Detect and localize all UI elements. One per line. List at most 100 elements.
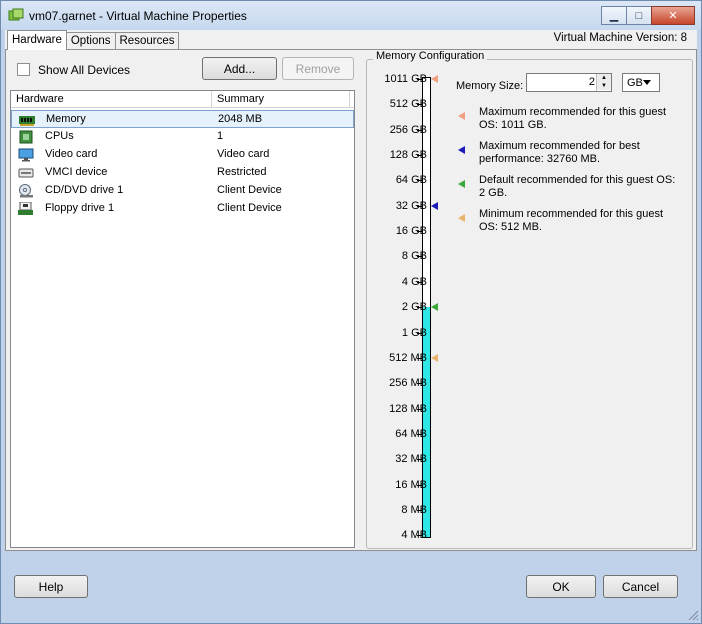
memory-scale-label: 4 GB (401, 275, 427, 288)
memory-scale-tick (417, 104, 422, 106)
title-bar[interactable]: vm07.garnet - Virtual Machine Properties… (1, 1, 701, 30)
memory-unit-select[interactable]: GB (622, 73, 660, 92)
memory-slider-fill (423, 307, 430, 538)
memory-recommendation-marker (431, 75, 438, 83)
memory-scale-tick (417, 459, 422, 461)
cpu-icon (19, 130, 33, 144)
device-row-floppy-drive[interactable]: Floppy drive 1 Client Device (11, 200, 354, 218)
memory-scale-label: 8 MB (401, 503, 427, 516)
device-row-memory[interactable]: Memory 2048 MB (11, 110, 354, 128)
memory-scale-label: 16 MB (395, 478, 427, 491)
chevron-down-icon[interactable] (643, 80, 651, 85)
floppy-icon (18, 202, 33, 215)
show-all-devices-checkbox[interactable] (17, 63, 30, 76)
memory-scale-tick (417, 205, 422, 207)
memory-scale-tick (417, 433, 422, 435)
remove-button[interactable]: Remove (282, 57, 354, 80)
column-separator[interactable] (211, 91, 212, 108)
memory-scale-label: 8 GB (401, 250, 427, 263)
device-summary: Client Device (217, 202, 282, 214)
vmci-device-icon (18, 168, 34, 178)
memory-recommendation-marker (431, 303, 438, 312)
tab-resources[interactable]: Resources (114, 32, 180, 50)
client-area: Hardware Options Resources Virtual Machi… (5, 30, 697, 551)
memory-scale-label: 1 GB (401, 326, 427, 339)
show-all-devices-label[interactable]: Show All Devices (38, 63, 130, 77)
device-name: CPUs (45, 130, 74, 142)
vsphere-app-icon (8, 8, 24, 21)
memory-scale-tick (417, 155, 422, 157)
memory-scale-tick (417, 129, 422, 131)
memory-scale-tick (417, 180, 422, 182)
memory-size-label: Memory Size: (456, 80, 524, 92)
help-button[interactable]: Help (14, 575, 88, 598)
video-card-icon (18, 148, 34, 162)
vm-version-label: Virtual Machine Version: 8 (553, 32, 687, 44)
maximize-button[interactable]: □ (626, 6, 652, 25)
device-row-vmci-device[interactable]: VMCI device Restricted (11, 164, 354, 182)
tab-hardware[interactable]: Hardware (7, 30, 67, 50)
window-title: vm07.garnet - Virtual Machine Properties (29, 9, 247, 23)
column-separator[interactable] (349, 91, 350, 108)
legend-text: Maximum recommended for best performance… (479, 140, 640, 165)
cd-dvd-icon (19, 184, 33, 198)
device-summary: Restricted (217, 166, 267, 178)
spin-up-icon[interactable]: ▲ (597, 74, 611, 82)
add-button[interactable]: Add... (202, 57, 277, 80)
memory-size-spinner[interactable]: ▲ ▼ (596, 74, 611, 91)
minimize-button[interactable]: ▁ (601, 6, 627, 25)
spin-down-icon[interactable]: ▼ (597, 82, 611, 90)
legend-marker-icon (458, 112, 465, 120)
memory-scale-tick (417, 357, 422, 359)
legend-text: Default recommended for this guest OS: 2… (479, 174, 676, 199)
memory-configuration-title: Memory Configuration (373, 50, 488, 62)
legend-text: Minimum recommended for this guest OS: 5… (479, 208, 664, 233)
memory-scale-label: 32 MB (395, 453, 427, 466)
memory-icon (19, 116, 35, 126)
memory-scale-label: 4 MB (401, 529, 427, 542)
memory-scale-label: 32 GB (395, 199, 427, 212)
tab-strip: Hardware Options Resources (7, 30, 180, 50)
memory-scale-tick (417, 231, 422, 233)
memory-scale-tick (417, 484, 422, 486)
legend-marker-icon (458, 146, 465, 154)
device-summary: 1 (217, 130, 224, 142)
device-name: CD/DVD drive 1 (45, 184, 124, 196)
device-name: Floppy drive 1 (45, 202, 115, 214)
hardware-column-header[interactable]: Hardware (16, 93, 64, 105)
memory-scale-tick (417, 307, 422, 309)
ok-button[interactable]: OK (526, 575, 596, 598)
memory-recommendation-marker (431, 201, 438, 210)
memory-scale-tick (417, 383, 422, 385)
close-button[interactable]: ✕ (651, 6, 695, 25)
cancel-button[interactable]: Cancel (603, 575, 678, 598)
memory-scale-tick (417, 535, 422, 537)
device-row-cpus[interactable]: CPUs 1 (11, 128, 354, 146)
memory-scale-label: 2 GB (401, 301, 427, 314)
memory-scale-tick (417, 281, 422, 283)
device-summary: Client Device (217, 184, 282, 196)
memory-scale-tick (417, 79, 422, 80)
resize-grip-icon[interactable] (687, 609, 699, 621)
hardware-list-header: Hardware Summary (11, 91, 354, 108)
legend-marker-icon (458, 180, 465, 188)
memory-scale-label: 64 GB (395, 174, 427, 187)
memory-scale-tick (417, 408, 422, 410)
legend-text: Maximum recommended for this guest OS: 1… (479, 106, 667, 131)
memory-scale-tick (417, 332, 422, 334)
memory-recommendation-marker (431, 353, 438, 362)
summary-column-header[interactable]: Summary (217, 93, 264, 105)
device-name: Video card (45, 148, 98, 160)
device-row-cd-dvd-drive[interactable]: CD/DVD drive 1 Client Device (11, 182, 354, 200)
memory-scale-label: 16 GB (395, 225, 427, 238)
device-summary: 2048 MB (218, 113, 263, 125)
vm-properties-window: vm07.garnet - Virtual Machine Properties… (0, 0, 702, 624)
tab-options[interactable]: Options (65, 32, 116, 50)
memory-scale-tick (417, 509, 422, 511)
hardware-list: Hardware Summary Memory 2048 MB CPUs 1 V… (10, 90, 355, 548)
device-name: Memory (46, 113, 86, 125)
memory-scale-label: 64 MB (395, 427, 427, 440)
memory-scale-tick (417, 256, 422, 258)
device-name: VMCI device (45, 166, 108, 178)
device-row-video-card[interactable]: Video card Video card (11, 146, 354, 164)
